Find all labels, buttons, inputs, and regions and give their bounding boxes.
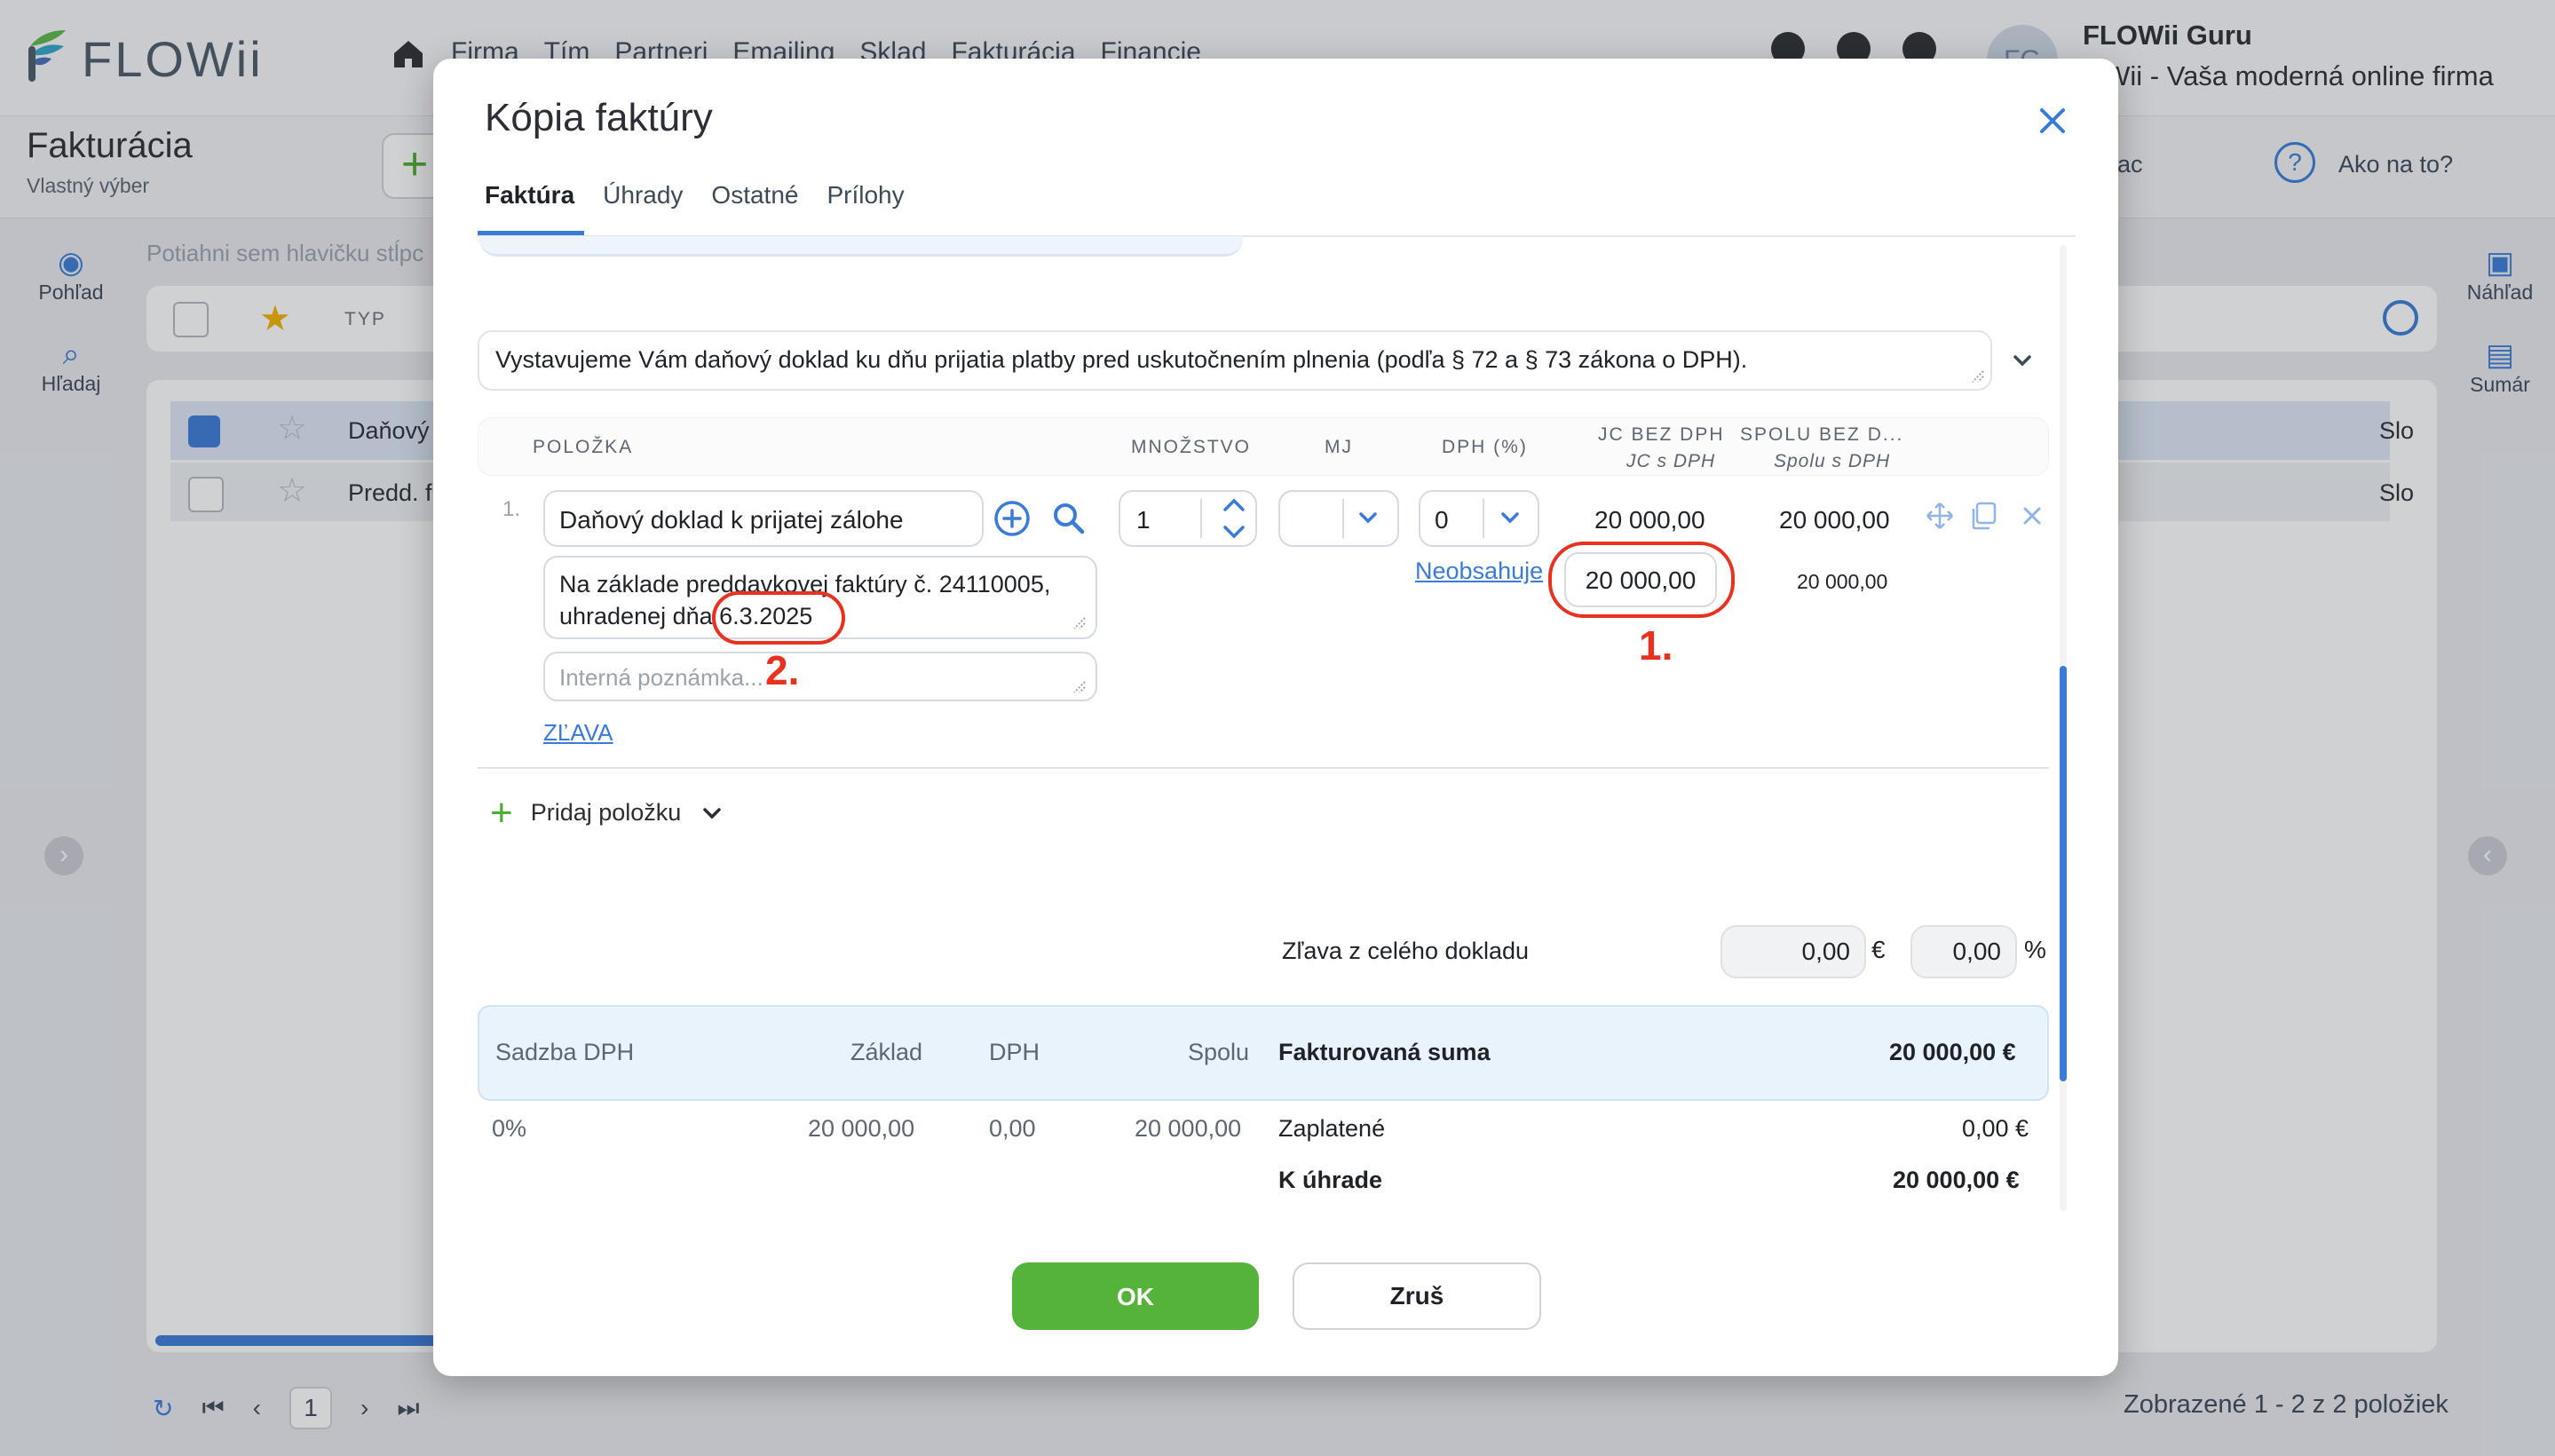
- add-item-button[interactable]: + Pridaj položku: [490, 790, 725, 835]
- vertical-scrollbar[interactable]: [2060, 666, 2067, 1081]
- due-label: K úhrade: [1278, 1167, 1383, 1193]
- unit-divider: [1342, 499, 1344, 538]
- internal-note-input[interactable]: Interná poznámka...: [543, 652, 1097, 701]
- summary-base-header: Základ: [850, 1039, 923, 1065]
- header-item: POLOŽKA: [533, 437, 634, 457]
- annotation-label-1: 1.: [1639, 622, 1673, 669]
- summary-header: [478, 1005, 2049, 1101]
- header-total: SPOLU BEZ D...: [1740, 424, 1904, 445]
- document-discount-eur-input[interactable]: 0,00: [1720, 925, 1866, 978]
- invoiced-sum-value: 20 000,00 €: [1889, 1039, 2016, 1065]
- search-icon[interactable]: [1049, 499, 1088, 538]
- document-discount-label: Zľava z celého dokladu: [1282, 938, 1530, 964]
- plus-icon: +: [490, 790, 513, 835]
- percent-symbol: %: [2024, 936, 2046, 963]
- invoice-note-text[interactable]: Vystavujeme Vám daňový doklad ku dňu pri…: [478, 330, 1992, 391]
- invoiced-sum-label: Fakturovaná suma: [1278, 1039, 1491, 1065]
- tab-faktura[interactable]: Faktúra: [485, 181, 574, 210]
- summary-vat: 0,00: [989, 1115, 1036, 1142]
- header-total-vat: Spolu s DPH: [1774, 451, 1891, 471]
- add-item-label: Pridaj položku: [530, 799, 682, 826]
- close-icon[interactable]: [2033, 101, 2072, 140]
- header-unit-price-vat: JC s DPH: [1626, 451, 1716, 471]
- summary-total-header: Spolu: [1188, 1039, 1250, 1065]
- resize-grip-icon[interactable]: [1969, 368, 1985, 384]
- summary-rate: 0%: [492, 1115, 527, 1142]
- resize-grip-icon[interactable]: [1071, 614, 1087, 630]
- summary-rate-header: Sadzba DPH: [495, 1039, 635, 1065]
- move-icon[interactable]: [1925, 501, 1955, 531]
- items-divider: [478, 767, 2049, 769]
- due-value: 20 000,00 €: [1893, 1167, 2020, 1193]
- chevron-down-icon[interactable]: [1497, 504, 1523, 531]
- resize-grip-icon[interactable]: [1071, 678, 1087, 694]
- item-discount-link[interactable]: ZĽAVA: [543, 719, 613, 747]
- unit-price-value[interactable]: 20 000,00: [1594, 506, 1705, 534]
- annotation-ring-2: [712, 591, 845, 645]
- tab-prilohy[interactable]: Prílohy: [827, 181, 904, 210]
- header-unit-price: JC BEZ DPH: [1598, 424, 1725, 445]
- chevron-down-icon[interactable]: [699, 800, 725, 827]
- cancel-button[interactable]: Zruš: [1293, 1262, 1541, 1330]
- total-value: 20 000,00: [1779, 506, 1890, 534]
- item-name-input[interactable]: Daňový doklad k prijatej zálohe: [543, 490, 984, 547]
- add-circle-icon[interactable]: [993, 499, 1032, 538]
- summary-vat-header: DPH: [989, 1039, 1040, 1065]
- dialog-title: Kópia faktúry: [485, 96, 713, 139]
- stepper-arrows-icon[interactable]: [1218, 494, 1250, 543]
- vat-divider: [1483, 499, 1484, 538]
- header-mj: MJ: [1325, 437, 1353, 457]
- delete-icon[interactable]: [2017, 501, 2047, 531]
- section-edge: [479, 236, 1243, 257]
- item-number: 1.: [502, 497, 521, 521]
- annotation-ring-1: [1548, 542, 1735, 618]
- header-vat: DPH (%): [1442, 437, 1528, 457]
- chevron-down-icon[interactable]: [2008, 346, 2037, 375]
- chevron-down-icon[interactable]: [1355, 504, 1381, 531]
- header-qty: MNOŽSTVO: [1131, 437, 1251, 457]
- total-with-vat-value: 20 000,00: [1797, 570, 1888, 593]
- ok-button[interactable]: OK: [1012, 1262, 1259, 1330]
- paid-label: Zaplatené: [1278, 1115, 1386, 1142]
- tab-uhrady[interactable]: Úhrady: [603, 181, 683, 210]
- euro-symbol: €: [1871, 936, 1886, 963]
- document-discount-pct-input[interactable]: 0,00: [1910, 925, 2017, 978]
- summary-total: 20 000,00: [1135, 1115, 1242, 1142]
- paid-value: 0,00 €: [1962, 1115, 2029, 1142]
- active-tab-indicator: [478, 231, 584, 235]
- qty-divider: [1200, 499, 1202, 538]
- copy-icon[interactable]: [1969, 501, 1999, 531]
- dialog-tabs: Faktúra Úhrady Ostatné Prílohy: [485, 181, 905, 210]
- summary-base: 20 000,00: [808, 1115, 915, 1142]
- annotation-label-2: 2.: [765, 647, 800, 693]
- tab-ostatne[interactable]: Ostatné: [711, 181, 798, 210]
- vat-note-link[interactable]: Neobsahuje: [1415, 558, 1543, 585]
